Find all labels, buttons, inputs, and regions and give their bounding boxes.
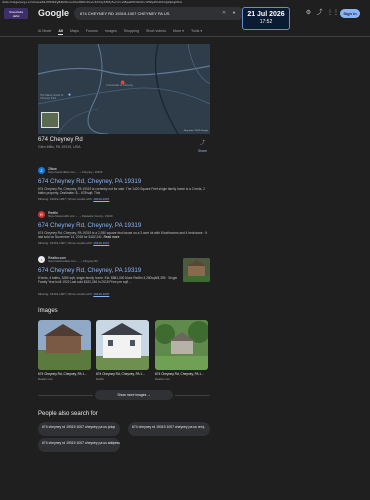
show-more-label: Show more images: [117, 393, 147, 397]
apps-grid-icon[interactable]: ⋮⋮: [327, 10, 339, 17]
result-missing-terms: Missing: 19319-1007 | Show results with:…: [38, 197, 109, 201]
search-icon: ⌕: [112, 425, 115, 430]
search-result: R Redfin https://www.redfin.com › ... › …: [38, 211, 213, 251]
zillow-favicon-icon: Z: [38, 167, 45, 174]
image-caption[interactable]: 674 Cheyney Rd, Cheyney, PA 1...: [155, 372, 208, 376]
street-view-thumbnail[interactable]: [41, 112, 59, 128]
divider-left: [38, 395, 93, 396]
location-pin-icon[interactable]: ●: [120, 77, 125, 87]
result-title-link[interactable]: 674 Cheyney Rd, Cheyney, PA 19319: [38, 267, 141, 274]
result-url[interactable]: https://www.realtor.com › ... › Cheyney …: [48, 260, 98, 263]
extension-badge[interactable]: Stoevitatia dafol: [4, 8, 28, 19]
related-search-chip[interactable]: 674 cheyney rd 19319 1007 cheyney pa us …: [38, 438, 120, 452]
result-missing-terms: Missing: 19319-1007 | Show results with:…: [38, 241, 109, 245]
map-roads: [38, 44, 210, 134]
redfin-favicon-icon: R: [38, 211, 45, 218]
image-source: Redfin: [96, 377, 105, 381]
image-card[interactable]: 674 Cheyney Rd, Cheyney, PA 1... Realtor…: [155, 320, 208, 385]
show-results-with-link[interactable]: 19319-1007: [93, 292, 109, 296]
tab-forums[interactable]: Forums: [86, 29, 98, 35]
tab-maps[interactable]: Maps: [70, 29, 79, 35]
search-tabs: AI Mode All Maps Forums Images Shopping …: [38, 29, 202, 35]
share-place-label[interactable]: Share: [198, 149, 207, 153]
result-title-link[interactable]: 674 Cheyney Rd, Cheyney, PA 19319: [38, 222, 141, 229]
related-search-text: 674 cheyney rd 19319 1007 cheyney pa us …: [42, 440, 120, 445]
place-title: 674 Cheyney Rd: [38, 137, 83, 143]
result-snippet: 674 Cheyney Rd, Cheyney, PA 19319 is a 2…: [38, 231, 210, 240]
house-image: [38, 320, 91, 370]
realtor-favicon-icon: r: [38, 256, 45, 263]
house-image: [96, 320, 149, 370]
people-also-search-heading: People also search for: [38, 411, 98, 417]
image-thumbnail[interactable]: [155, 320, 208, 370]
house-image: [155, 320, 208, 370]
snippet-text: 674 Cheyney Rd, Cheyney, PA 19319 is a 2…: [38, 231, 208, 240]
place-address: Glen Mills, PA 19319, USA: [38, 145, 81, 149]
result-url[interactable]: https://www.zillow.com › ... › Cheyney ›…: [48, 171, 102, 174]
clock-overlay: 21 Jul 2026 17:52: [242, 7, 290, 30]
extension-line-2: dafol: [12, 13, 20, 18]
share-icon[interactable]: ⤴: [316, 10, 323, 17]
tab-short-videos[interactable]: Short videos: [146, 29, 166, 35]
related-search-text: 674 cheyney rd 19319 1007 cheyney pa us …: [42, 424, 116, 429]
search-icon: ⌕: [202, 425, 205, 430]
tab-tools[interactable]: Tools ▾: [191, 29, 202, 35]
image-thumbnail[interactable]: [38, 320, 91, 370]
show-results-with-link[interactable]: 19319-1007: [93, 197, 109, 201]
share-place-icon[interactable]: ⤴: [200, 139, 205, 146]
search-icon: ⌕: [112, 441, 115, 446]
show-results-with-link[interactable]: 19319-1007: [93, 241, 109, 245]
related-search-text: 674 cheyney rd 19319 1007 cheyney pa us …: [132, 424, 204, 429]
tab-more[interactable]: More ▾: [173, 29, 184, 35]
clock-time: 17:52: [259, 19, 273, 25]
image-caption[interactable]: 674 Cheyney Rd, Cheyney, PA 1...: [38, 372, 91, 376]
tab-images[interactable]: Images: [105, 29, 117, 35]
tab-all[interactable]: All: [58, 29, 63, 35]
image-card[interactable]: 674 Cheyney Rd, Cheyney, PA 1... Redfin: [96, 320, 149, 385]
result-snippet: 8 beds, 4 baths, 3280 sqft, single famil…: [38, 276, 178, 285]
map-panel[interactable]: The Manor-South of Cheyney Park Crossroa…: [38, 44, 210, 134]
search-result: Z Zillow https://www.zillow.com › ... › …: [38, 167, 213, 207]
missing-text: Missing: 19319-1007 | Show results with:: [38, 241, 94, 245]
google-logo[interactable]: Google: [38, 8, 69, 18]
search-box[interactable]: 674 CHEYNEY RD 19319-1007 CHEYNEY PA US …: [74, 7, 244, 20]
search-input[interactable]: 674 CHEYNEY RD 19319-1007 CHEYNEY PA US: [80, 11, 169, 16]
map-area-label: The Manor-South of Cheyney Park: [40, 94, 64, 100]
result-missing-terms: Missing: 19319-1007 | Show results with:…: [38, 292, 109, 296]
image-source: Realtor.com: [38, 377, 53, 381]
result-url[interactable]: https://www.redfin.com › ... › Delaware …: [48, 215, 113, 218]
image-source: Realtor.com: [155, 377, 170, 381]
browser-status-bar: data:image/svg+xml;base64,PHN2ZyB4bWxucz…: [0, 0, 370, 5]
related-search-chip[interactable]: 674 cheyney rd 19319 1007 cheyney pa us …: [128, 422, 210, 436]
image-caption[interactable]: 674 Cheyney Rd, Cheyney, PA 1...: [96, 372, 149, 376]
microphone-icon[interactable]: ●: [231, 10, 237, 16]
result-title-link[interactable]: 674 Cheyney Rd, Cheyney, PA 19319: [38, 178, 141, 185]
divider-right: [175, 395, 210, 396]
tab-shopping[interactable]: Shopping: [124, 29, 139, 35]
result-thumbnail-image[interactable]: [183, 258, 210, 282]
related-search-chip[interactable]: 674 cheyney rd 19319 1007 cheyney pa us …: [38, 422, 120, 436]
sign-in-button[interactable]: Sign in: [340, 9, 360, 18]
settings-icon[interactable]: ⚙: [305, 10, 312, 17]
missing-text: Missing: 19319-1007 | Show results with:: [38, 197, 94, 201]
image-card[interactable]: 674 Cheyney Rd, Cheyney, PA 1... Realtor…: [38, 320, 91, 385]
read-more-link[interactable]: Read more: [104, 235, 120, 239]
map-place-icon[interactable]: ●: [68, 92, 71, 98]
house-image: [183, 258, 210, 282]
missing-text: Missing: 19319-1007 | Show results with:: [38, 292, 94, 296]
arrow-right-icon: →: [147, 393, 151, 397]
clear-icon[interactable]: ✕: [221, 10, 227, 16]
result-snippet: 674 Cheyney Rd, Cheyney, PA 19319 is cur…: [38, 187, 205, 196]
images-heading: Images: [38, 308, 58, 314]
tab-ai-mode[interactable]: AI Mode: [38, 29, 51, 35]
image-thumbnail[interactable]: [96, 320, 149, 370]
show-more-images-button[interactable]: Show more images →: [95, 390, 173, 400]
header-divider: [0, 36, 370, 37]
map-credit: Map data ©2026 Google: [184, 130, 208, 132]
clock-date: 21 Jul 2026: [247, 11, 285, 18]
